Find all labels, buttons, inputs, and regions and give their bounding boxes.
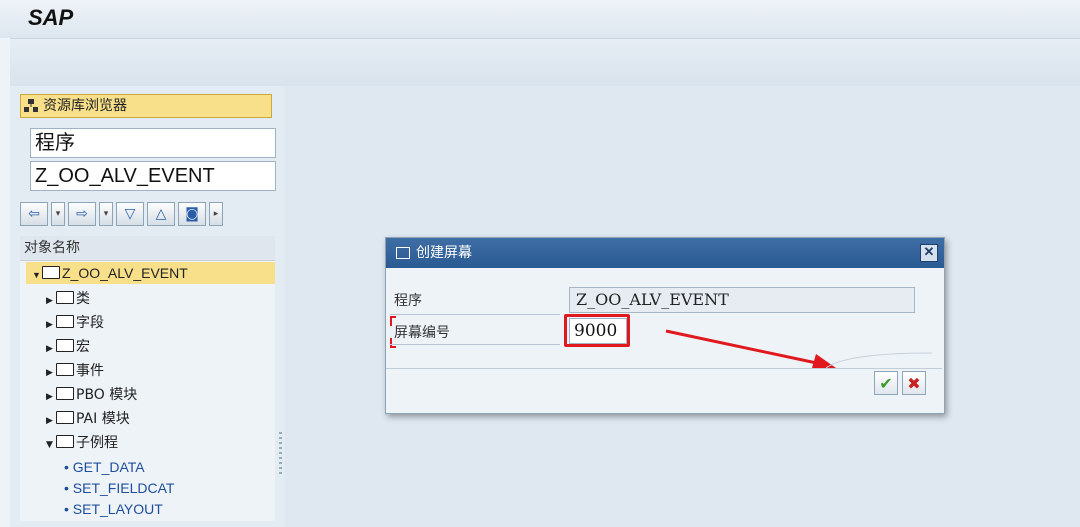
- folder-icon: [56, 387, 74, 400]
- required-marker: [390, 316, 396, 326]
- collapsed-arrow-icon[interactable]: ▶: [46, 290, 56, 312]
- check-icon[interactable]: ✔: [874, 371, 898, 395]
- required-marker: [390, 338, 396, 348]
- tree-leaf-label: GET_DATA: [72, 459, 145, 475]
- tree-root-label: Z_OO_ALV_EVENT: [62, 265, 188, 281]
- collapsed-arrow-icon[interactable]: ▶: [46, 362, 56, 384]
- forward-arrow-icon[interactable]: ⇨: [68, 202, 96, 226]
- tree-node[interactable]: ▶ PAI 模块: [46, 408, 130, 430]
- binoculars-icon[interactable]: ◙: [178, 202, 206, 226]
- tree-node[interactable]: ▶ 类: [46, 288, 90, 310]
- application-toolbar: [10, 38, 1080, 87]
- dialog-window-icon: [396, 247, 410, 259]
- open-folder-icon: [56, 435, 74, 448]
- folder-icon: [56, 315, 74, 328]
- tree-leaf-label: SET_FIELDCAT: [72, 480, 175, 496]
- navigation-toolbar: ⇦ ▾ ⇨ ▾ ▽ △ ◙ ▸: [20, 202, 223, 228]
- tree-node[interactable]: ▶ 宏: [46, 336, 90, 358]
- repository-browser-button[interactable]: 资源库浏览器: [20, 94, 272, 118]
- expanded-arrow-icon[interactable]: ▼: [46, 434, 56, 456]
- splitter-handle[interactable]: [279, 432, 282, 474]
- tree-node-label: 字段: [76, 315, 104, 331]
- back-arrow-icon[interactable]: ⇦: [20, 202, 48, 226]
- expand-down-icon[interactable]: ▽: [116, 202, 144, 226]
- tree-node[interactable]: ▶ 事件: [46, 360, 104, 382]
- close-icon[interactable]: ✕: [920, 244, 938, 262]
- red-highlight-box: [564, 314, 630, 347]
- collapsed-arrow-icon[interactable]: ▶: [46, 314, 56, 336]
- forward-dropdown-icon[interactable]: ▾: [99, 202, 113, 226]
- expanded-arrow-icon[interactable]: ▼: [32, 264, 42, 286]
- title-bar: SAP: [0, 0, 1080, 38]
- tree-leaf[interactable]: • SET_FIELDCAT: [64, 477, 174, 499]
- tree-node-label: PBO 模块: [76, 387, 138, 403]
- dialog-title: 创建屏幕: [416, 245, 472, 261]
- tree-node-label: 事件: [76, 363, 104, 379]
- more-icon[interactable]: ▸: [209, 202, 223, 226]
- dialog-separator: [386, 368, 942, 369]
- folder-icon: [56, 411, 74, 424]
- tree-node[interactable]: ▶ PBO 模块: [46, 384, 137, 406]
- back-dropdown-icon[interactable]: ▾: [51, 202, 65, 226]
- label-underline: [390, 314, 560, 315]
- tree-node[interactable]: ▶ 字段: [46, 312, 104, 334]
- tree-node[interactable]: ▼ 子例程: [46, 432, 118, 454]
- tree-node-label: 宏: [76, 339, 90, 355]
- collapsed-arrow-icon[interactable]: ▶: [46, 338, 56, 360]
- cancel-x-icon[interactable]: ✖: [902, 371, 926, 395]
- screen-number-label: 屏幕编号: [394, 325, 450, 341]
- folder-icon: [56, 363, 74, 376]
- tree-leaf[interactable]: • SET_LAYOUT: [64, 498, 163, 520]
- tree-leaf[interactable]: • GET_DATA: [64, 456, 145, 478]
- hierarchy-icon: [24, 99, 38, 112]
- sap-logo: SAP: [28, 5, 74, 30]
- tree-leaf-label: SET_LAYOUT: [72, 501, 163, 517]
- tree-node-label: PAI 模块: [76, 411, 130, 427]
- folder-icon: [56, 339, 74, 352]
- collapse-up-icon[interactable]: △: [147, 202, 175, 226]
- program-label: 程序: [394, 293, 422, 309]
- collapsed-arrow-icon[interactable]: ▶: [46, 410, 56, 432]
- repository-browser-label: 资源库浏览器: [43, 98, 127, 114]
- folder-icon: [56, 291, 74, 304]
- tree-node-label: 子例程: [76, 435, 118, 451]
- object-type-field[interactable]: 程序: [30, 128, 276, 158]
- dialog-title-bar: 创建屏幕 ✕: [386, 238, 944, 268]
- open-folder-icon: [42, 266, 60, 279]
- collapsed-arrow-icon[interactable]: ▶: [46, 386, 56, 408]
- create-screen-dialog: 创建屏幕 ✕ 程序 Z_OO_ALV_EVENT 屏幕编号 9000 ✔ ✖: [385, 237, 945, 414]
- program-field: Z_OO_ALV_EVENT: [569, 287, 915, 313]
- tree-node-label: 类: [76, 291, 90, 307]
- label-underline: [390, 344, 560, 345]
- tree-header: 对象名称: [20, 236, 275, 261]
- object-name-field[interactable]: Z_OO_ALV_EVENT: [30, 161, 276, 191]
- tree-root[interactable]: ▼ Z_OO_ALV_EVENT: [26, 262, 275, 284]
